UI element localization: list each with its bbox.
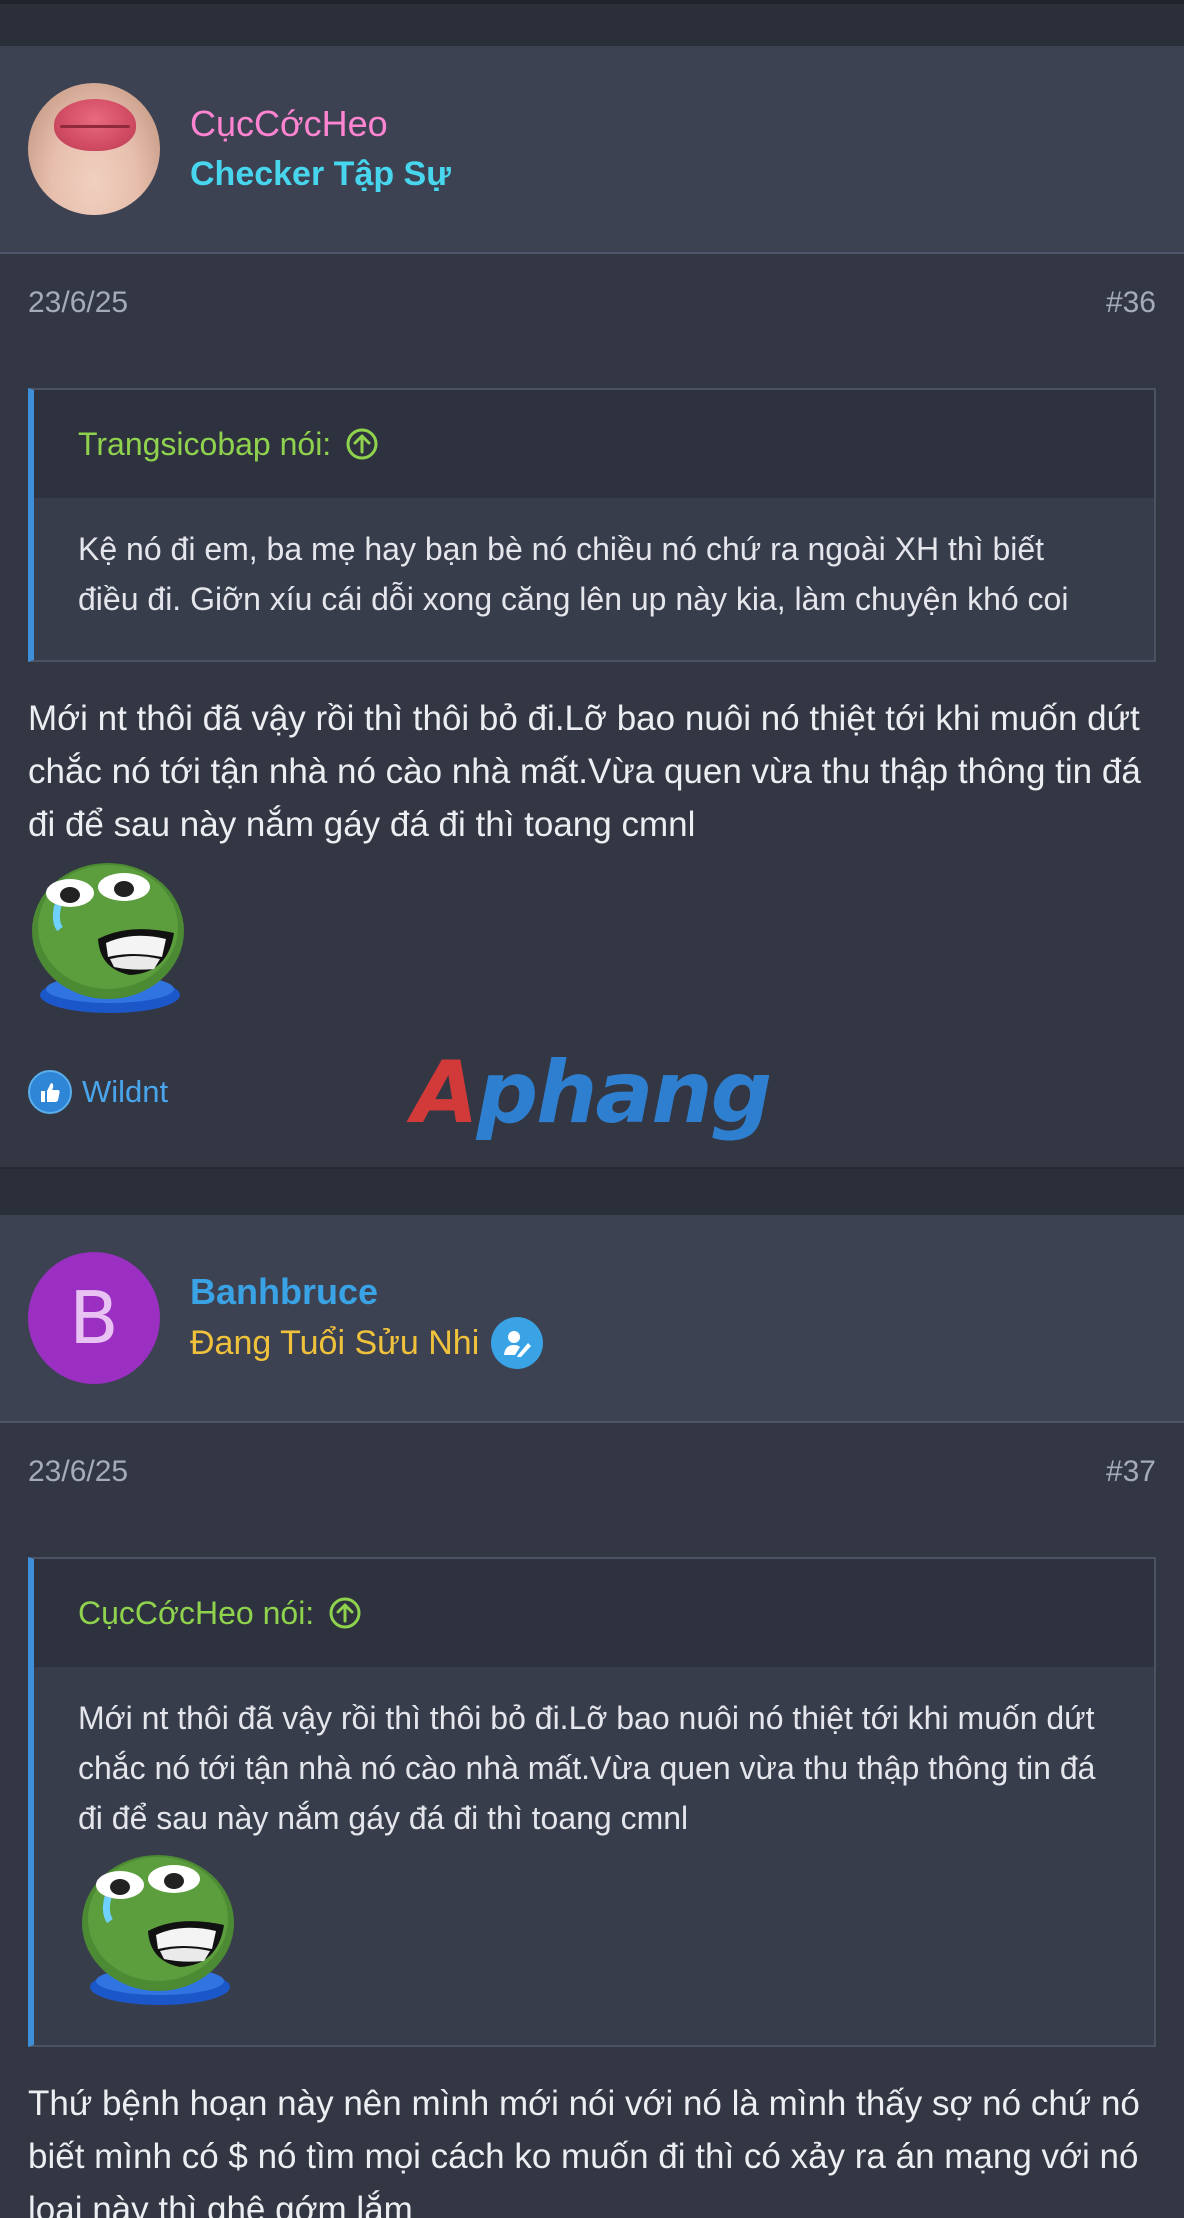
username-link[interactable]: Banhbruce bbox=[190, 1267, 543, 1317]
post-meta: 23/6/25 #37 bbox=[0, 1423, 1184, 1521]
pepe-laugh-sticker bbox=[32, 863, 184, 1013]
user-title: Đang Tuổi Sửu Nhi bbox=[190, 1317, 544, 1369]
post-number[interactable]: #36 bbox=[1106, 286, 1156, 320]
arrow-up-circle-icon[interactable] bbox=[345, 427, 379, 461]
user-avatar[interactable] bbox=[28, 83, 160, 215]
post-header: CụcCớcHeo Checker Tập Sự bbox=[0, 46, 1184, 254]
quote-block: Trangsicobap nói: Kệ nó đi em, ba mẹ hay… bbox=[28, 388, 1156, 662]
username-link[interactable]: CụcCớcHeo bbox=[190, 99, 451, 149]
forum-thread: CụcCớcHeo Checker Tập Sự 23/6/25 #36 Tra… bbox=[0, 0, 1184, 2218]
thumbs-up-icon[interactable] bbox=[28, 1070, 72, 1114]
post-separator bbox=[0, 1167, 1184, 1215]
arrow-up-circle-icon[interactable] bbox=[328, 1596, 362, 1630]
quote-text: Kệ nó đi em, ba mẹ hay bạn bè nó chiều n… bbox=[78, 531, 1069, 617]
quote-text-content: Mới nt thôi đã vậy rồi thì thôi bỏ đi.Lỡ… bbox=[78, 1700, 1096, 1836]
aphang-watermark-logo: Aphang bbox=[412, 1043, 772, 1143]
reactions-bar: Wildnt Aphang bbox=[0, 1017, 1184, 1167]
post-36: CụcCớcHeo Checker Tập Sự 23/6/25 #36 Tra… bbox=[0, 46, 1184, 1167]
quote-header[interactable]: CụcCớcHeo nói: bbox=[34, 1559, 1154, 1667]
post-body: Thứ bệnh hoạn này nên mình mới nói với n… bbox=[0, 2047, 1184, 2218]
quote-text: Mới nt thôi đã vậy rồi thì thôi bỏ đi.Lỡ… bbox=[34, 1667, 1154, 2045]
post-body: Mới nt thôi đã vậy rồi thì thôi bỏ đi.Lỡ… bbox=[0, 662, 1184, 1017]
user-info: CụcCớcHeo Checker Tập Sự bbox=[190, 99, 451, 199]
post-date[interactable]: 23/6/25 bbox=[28, 1455, 128, 1489]
post-date[interactable]: 23/6/25 bbox=[28, 286, 128, 320]
post-text: Mới nt thôi đã vậy rồi thì thôi bỏ đi.Lỡ… bbox=[28, 699, 1141, 844]
user-info: Banhbruce Đang Tuổi Sửu Nhi bbox=[190, 1267, 544, 1369]
quote-author[interactable]: Trangsicobap nói: bbox=[78, 426, 331, 463]
post-meta: 23/6/25 #36 bbox=[0, 254, 1184, 352]
avatar-photo-lipline bbox=[60, 125, 130, 128]
user-verified-icon[interactable] bbox=[491, 1317, 544, 1369]
top-spacer bbox=[0, 0, 1184, 46]
user-title-text: Đang Tuổi Sửu Nhi bbox=[190, 1324, 480, 1362]
user-title: Checker Tập Sự bbox=[190, 155, 451, 193]
user-avatar[interactable]: B bbox=[28, 1252, 160, 1384]
quote-block: CụcCớcHeo nói: Mới nt thôi đã vậy rồi th… bbox=[28, 1557, 1156, 2047]
post-37: B Banhbruce Đang Tuổi Sửu Nhi 23/6/25 #3… bbox=[0, 1215, 1184, 2218]
post-header: B Banhbruce Đang Tuổi Sửu Nhi bbox=[0, 1215, 1184, 1423]
liker-link[interactable]: Wildnt bbox=[82, 1074, 168, 1110]
quote-author[interactable]: CụcCớcHeo nói: bbox=[78, 1595, 314, 1632]
quote-header[interactable]: Trangsicobap nói: bbox=[34, 390, 1154, 498]
post-number[interactable]: #37 bbox=[1106, 1455, 1156, 1489]
pepe-laugh-sticker bbox=[82, 1855, 234, 2005]
post-text: Thứ bệnh hoạn này nên mình mới nói với n… bbox=[28, 2084, 1140, 2218]
